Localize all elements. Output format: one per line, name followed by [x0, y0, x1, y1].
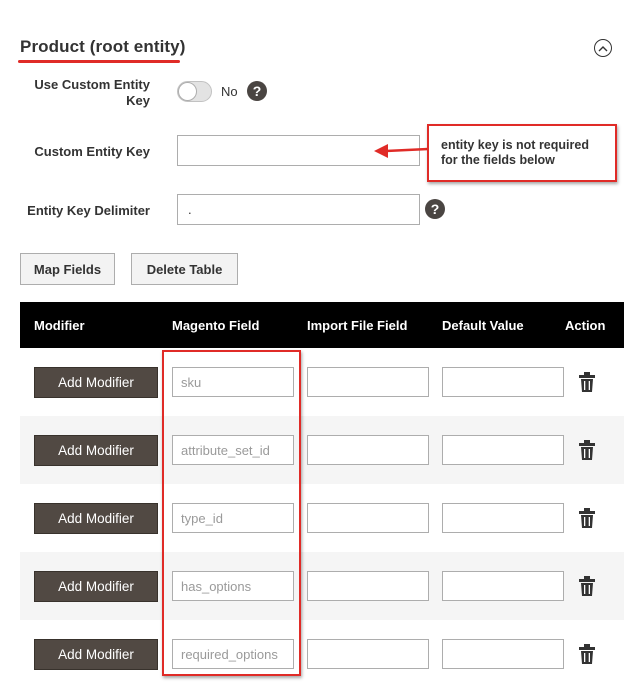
import-file-field-input[interactable] — [307, 435, 429, 465]
table-row: Add Modifier — [20, 552, 624, 620]
magento-field-input[interactable] — [172, 571, 294, 601]
entity-key-delimiter-input[interactable] — [177, 194, 420, 225]
default-value-input[interactable] — [442, 639, 564, 669]
use-custom-entity-key-label: Use Custom Entity Key — [20, 77, 150, 109]
default-value-input[interactable] — [442, 571, 564, 601]
label-line-2: Key — [126, 93, 150, 108]
add-modifier-button[interactable]: Add Modifier — [34, 571, 158, 602]
column-header-modifier: Modifier — [34, 318, 85, 333]
map-fields-button[interactable]: Map Fields — [20, 253, 115, 285]
table-row: Add Modifier — [20, 620, 624, 688]
default-value-input[interactable] — [442, 367, 564, 397]
annotation-line-2: for the fields below — [441, 153, 555, 167]
magento-field-input[interactable] — [172, 639, 294, 669]
magento-field-input[interactable] — [172, 435, 294, 465]
magento-field-input[interactable] — [172, 503, 294, 533]
toggle-state-text: No — [221, 84, 238, 99]
annotation-line-1: entity key is not required — [441, 138, 589, 152]
magento-field-input[interactable] — [172, 367, 294, 397]
help-icon[interactable]: ? — [425, 199, 445, 219]
collapse-button[interactable] — [594, 39, 612, 57]
column-header-default-value: Default Value — [442, 318, 524, 333]
chevron-up-icon — [598, 45, 608, 51]
table-row: Add Modifier — [20, 484, 624, 552]
table-header: Modifier Magento Field Import File Field… — [20, 302, 624, 348]
add-modifier-button[interactable]: Add Modifier — [34, 435, 158, 466]
import-file-field-input[interactable] — [307, 503, 429, 533]
toggle-knob — [178, 82, 197, 101]
column-header-magento-field: Magento Field — [172, 318, 260, 333]
import-file-field-input[interactable] — [307, 639, 429, 669]
table-row: Add Modifier — [20, 348, 624, 416]
add-modifier-button[interactable]: Add Modifier — [34, 639, 158, 670]
label-line-1: Use Custom Entity — [34, 77, 150, 92]
trash-icon[interactable] — [579, 508, 595, 528]
trash-icon[interactable] — [579, 576, 595, 596]
default-value-input[interactable] — [442, 503, 564, 533]
import-file-field-input[interactable] — [307, 367, 429, 397]
add-modifier-button[interactable]: Add Modifier — [34, 367, 158, 398]
trash-icon[interactable] — [579, 372, 595, 392]
help-icon[interactable]: ? — [247, 81, 267, 101]
column-header-action: Action — [565, 318, 606, 333]
column-header-import-file-field: Import File Field — [307, 318, 408, 333]
default-value-input[interactable] — [442, 435, 564, 465]
custom-entity-key-label: Custom Entity Key — [34, 144, 150, 159]
add-modifier-button[interactable]: Add Modifier — [34, 503, 158, 534]
title-underline — [18, 60, 180, 63]
use-custom-key-toggle[interactable] — [177, 81, 212, 102]
entity-key-delimiter-label: Entity Key Delimiter — [27, 203, 150, 218]
trash-icon[interactable] — [579, 440, 595, 460]
section-title: Product (root entity) — [20, 37, 186, 56]
import-file-field-input[interactable] — [307, 571, 429, 601]
table-row: Add Modifier — [20, 416, 624, 484]
annotation-callout: entity key is not required for the field… — [427, 124, 617, 182]
delete-table-button[interactable]: Delete Table — [131, 253, 238, 285]
trash-icon[interactable] — [579, 644, 595, 664]
annotation-arrow — [374, 144, 429, 158]
